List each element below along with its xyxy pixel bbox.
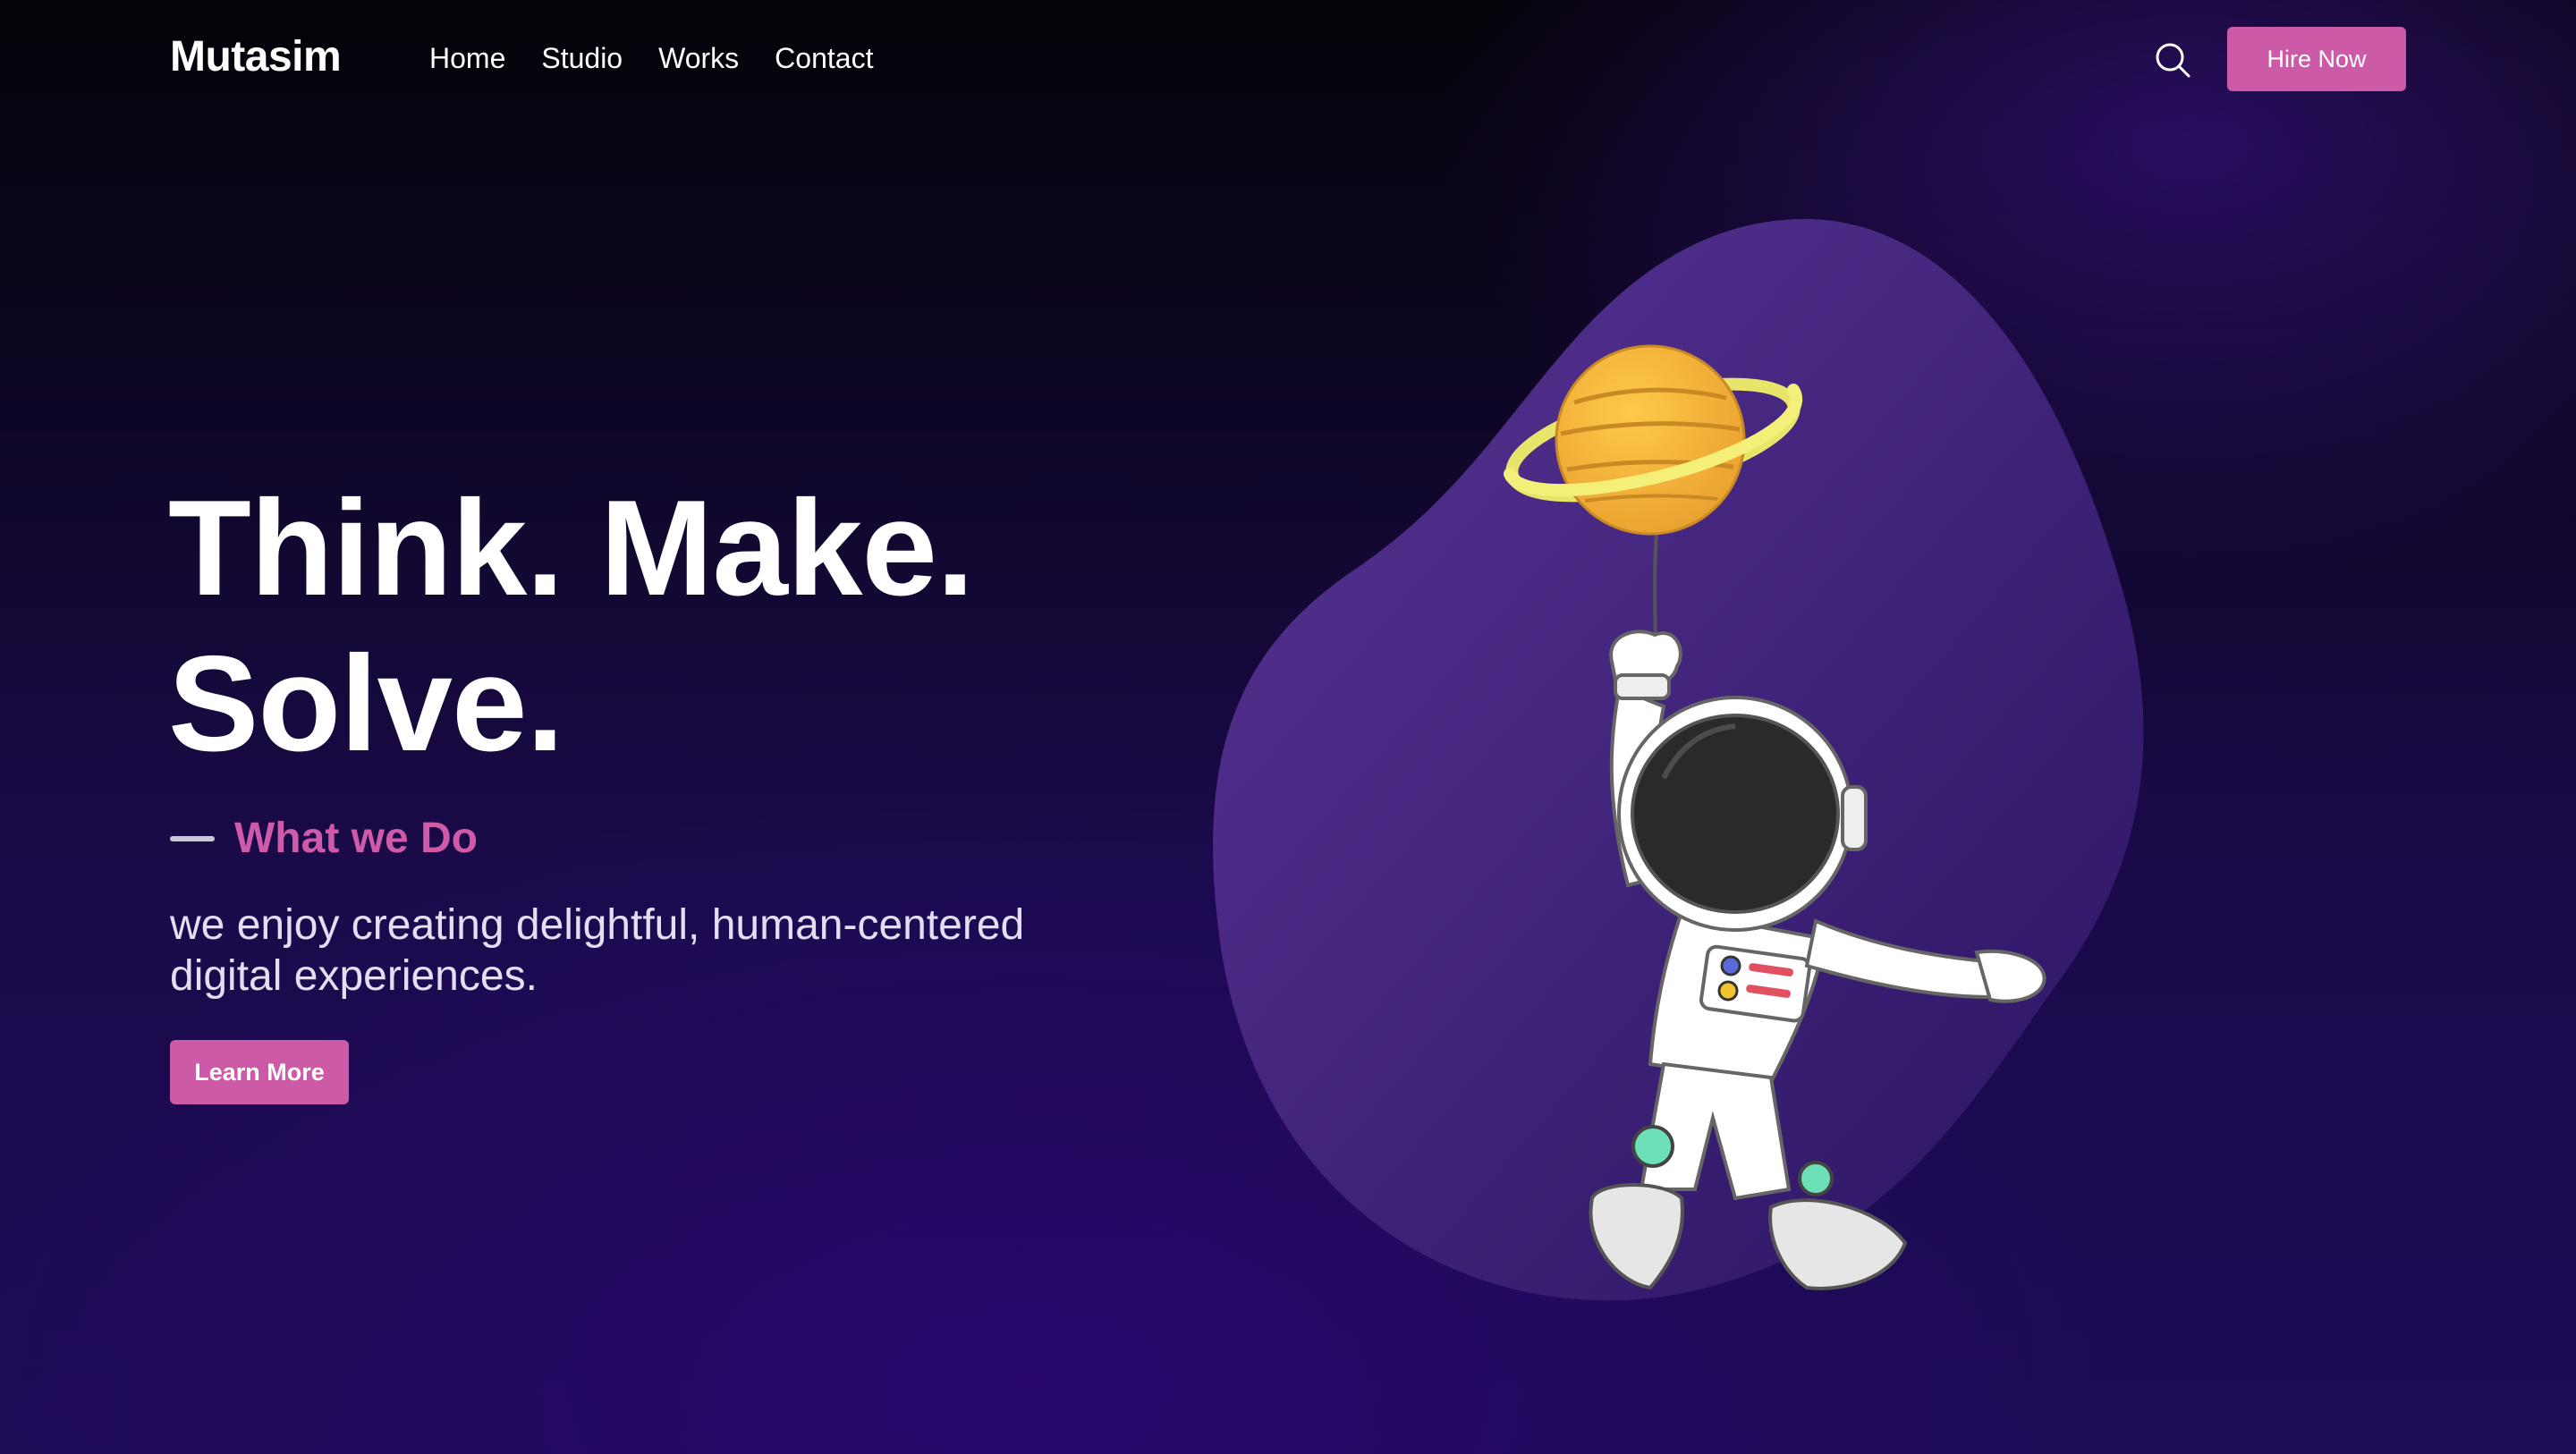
hero-title-line-1: Think. Make. <box>168 472 974 624</box>
nav-link-works[interactable]: Works <box>658 41 739 75</box>
hero-title-line-2: Solve. <box>168 628 564 780</box>
section-label: What we Do <box>170 814 478 863</box>
hero-description: we enjoy creating delightful, human-cent… <box>170 901 1025 1000</box>
nav-link-studio[interactable]: Studio <box>541 41 623 75</box>
search-icon <box>2156 43 2190 78</box>
nav-link-contact[interactable]: Contact <box>775 41 873 75</box>
search-button[interactable] <box>2150 38 2195 82</box>
hire-now-button[interactable]: Hire Now <box>2227 27 2406 91</box>
hero-illustration <box>1199 206 2200 1315</box>
section-label-text: What we Do <box>234 815 478 862</box>
brand-logo[interactable]: Mutasim <box>170 32 342 81</box>
label-dash <box>170 835 215 841</box>
learn-more-button[interactable]: Learn More <box>170 1040 349 1104</box>
astronaut-with-planet-balloon-icon <box>1213 218 2144 1301</box>
nav-link-home[interactable]: Home <box>429 41 505 75</box>
top-navigation: Mutasim Home Studio Works Contact Hire N… <box>0 0 2576 116</box>
main-nav: Home Studio Works Contact <box>429 41 873 75</box>
hero-title: Think. Make. Solve. <box>168 470 974 782</box>
